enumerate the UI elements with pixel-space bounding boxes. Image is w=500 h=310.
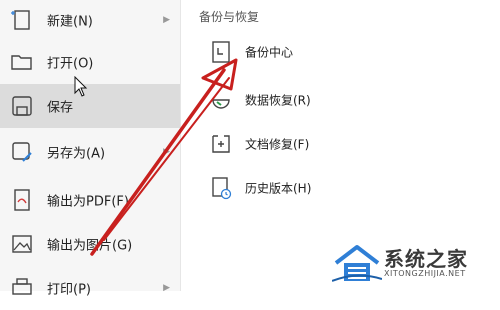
menu-item-export-image[interactable]: 输出为图片(G) xyxy=(0,222,180,266)
history-version-label: 历史版本(H) xyxy=(245,181,312,196)
document-repair-icon xyxy=(212,135,230,153)
watermark-subtitle: XITONGZHIJIA.NET xyxy=(384,269,466,278)
export-image-icon xyxy=(12,235,32,253)
backup-center-label: 备份中心 xyxy=(245,45,294,60)
menu-item-new[interactable]: 新建(N) ▶ xyxy=(0,0,180,40)
mouse-cursor-icon xyxy=(74,76,88,97)
backup-center-icon xyxy=(212,41,230,63)
new-file-icon xyxy=(11,10,30,30)
watermark-title: 系统之家 xyxy=(384,247,468,271)
data-recovery-icon xyxy=(212,99,230,109)
menu-item-label: 打印(P) xyxy=(47,282,91,298)
submenu-arrow-icon: ▶ xyxy=(163,283,170,293)
menu-item-save-as[interactable]: 另存为(A) ▶ xyxy=(0,128,180,176)
backup-center-item[interactable]: 备份中心 xyxy=(199,32,479,72)
menu-item-label: 输出为PDF(F) xyxy=(47,194,129,210)
watermark-house-icon xyxy=(332,245,382,282)
data-recovery-label: 数据恢复(R) xyxy=(245,93,311,108)
data-recovery-item[interactable]: 数据恢复(R) xyxy=(199,80,479,120)
document-repair-item[interactable]: 文档修复(F) xyxy=(199,124,479,164)
menu-item-label: 打开(O) xyxy=(47,56,94,72)
save-as-icon xyxy=(12,142,32,162)
menu-item-label: 新建(N) xyxy=(47,14,93,30)
section-title: 备份与恢复 xyxy=(199,10,260,24)
menu-item-print[interactable]: 打印(P) ▶ xyxy=(0,266,180,310)
file-menu: 新建(N) ▶ 打开(O) 保存 另存为(A) ▶ 输出为PDF(F) 输出为图… xyxy=(0,0,180,298)
history-version-icon xyxy=(212,177,232,200)
document-repair-label: 文档修复(F) xyxy=(245,137,310,152)
menu-item-label: 另存为(A) xyxy=(47,146,106,162)
watermark: 系统之家 XITONGZHIJIA.NET xyxy=(332,241,492,285)
menu-item-label: 保存 xyxy=(47,100,74,116)
menu-item-open[interactable]: 打开(O) xyxy=(0,40,180,84)
submenu-arrow-icon: ▶ xyxy=(163,147,170,157)
menu-item-save[interactable]: 保存 xyxy=(0,84,180,128)
submenu-arrow-icon: ▶ xyxy=(163,15,170,25)
history-version-item[interactable]: 历史版本(H) xyxy=(199,168,479,208)
print-icon xyxy=(12,278,32,295)
export-pdf-icon xyxy=(14,189,30,211)
save-icon xyxy=(12,96,32,116)
menu-item-export-pdf[interactable]: 输出为PDF(F) xyxy=(0,178,180,222)
menu-item-label: 输出为图片(G) xyxy=(47,238,133,254)
folder-open-icon xyxy=(11,55,32,70)
